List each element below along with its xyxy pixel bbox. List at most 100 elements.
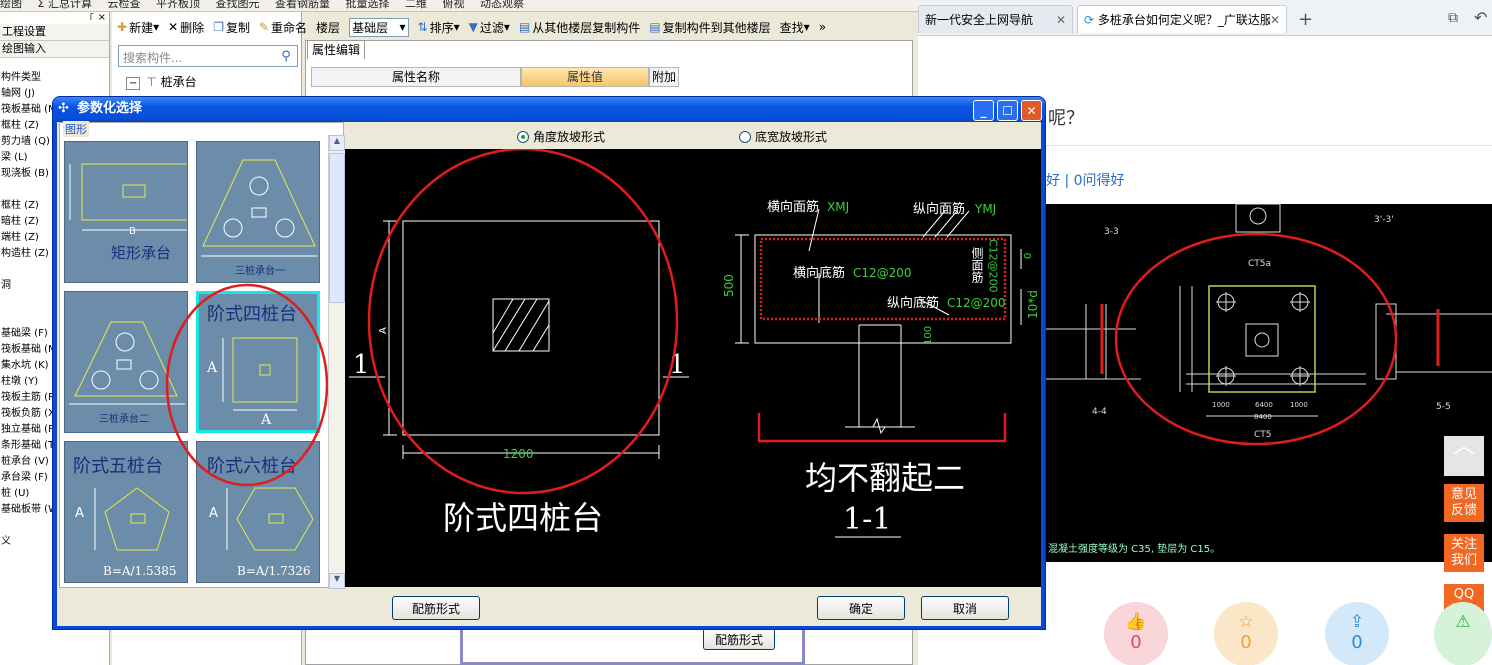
- cad-label: 1000: [1290, 401, 1308, 409]
- tab-property-edit[interactable]: 属性编辑: [307, 40, 365, 59]
- browser-logo-icon: ⟳: [1084, 13, 1095, 27]
- sort-icon: ⇅: [417, 20, 428, 34]
- thumbs-up-icon: 👍: [1125, 612, 1147, 632]
- copy-from-floor-button[interactable]: ▤ 从其他楼层复制构件: [519, 19, 640, 36]
- label-bottom-bar-code: C12@200: [853, 266, 912, 280]
- browser-tab[interactable]: 新一代安全上网导航 ✕: [918, 5, 1073, 33]
- cad-label: CT5: [1254, 430, 1272, 440]
- dim-anchor: 10*d: [1026, 290, 1040, 319]
- topbar-item[interactable]: 云检查: [107, 0, 140, 10]
- shape-thumb-three-pile-1[interactable]: 三桩承台一: [196, 141, 320, 283]
- label-long-top: 纵向面筋: [913, 201, 965, 217]
- back-to-top-button[interactable]: ︿: [1444, 436, 1484, 476]
- shape-name: 矩形承台: [111, 244, 172, 262]
- chevron-up-icon: ︿: [1452, 434, 1475, 459]
- dim-width: 1200: [503, 447, 534, 461]
- new-button[interactable]: ✚ 新建 ▾: [117, 19, 159, 36]
- cad-label: 1000: [1212, 401, 1230, 409]
- sort-button[interactable]: ⇅ 排序 ▾: [418, 19, 460, 36]
- divider: [1046, 145, 1492, 146]
- component-search-input[interactable]: 搜索构件...: [118, 45, 298, 67]
- undo-close-icon[interactable]: ↶: [1474, 8, 1487, 27]
- radio-checked-icon: [517, 130, 529, 143]
- topbar-item[interactable]: 俯视: [442, 0, 464, 10]
- close-icon[interactable]: ✕: [1056, 6, 1066, 33]
- radio-width-slope[interactable]: 底宽放坡形式: [739, 128, 827, 145]
- panel-pin-close[interactable]: ꜒ ×: [0, 12, 109, 24]
- column-property-value: 属性值: [521, 67, 649, 87]
- shape-name: 三桩承台二: [99, 414, 149, 425]
- background-rebar-form-button[interactable]: 配筋形式: [703, 628, 775, 650]
- close-icon[interactable]: ✕: [1269, 6, 1280, 33]
- dialog-app-icon: ✣: [58, 101, 69, 116]
- parametric-select-dialog: ✣ 参数化选择 _ ☐ ✕ 图形 B 矩形承台 三桩承台一 三桩承台二 阶式四桩…: [52, 96, 1046, 630]
- delete-button[interactable]: ✕ 删除: [168, 19, 204, 36]
- favorite-button[interactable]: ☆ 0: [1214, 602, 1278, 665]
- report-button[interactable]: ⚠: [1434, 602, 1492, 665]
- topbar-item[interactable]: Σ 汇总计算: [38, 0, 92, 10]
- gallery-scrollbar[interactable]: ▲ ▼: [328, 135, 345, 589]
- shape-dim: A: [75, 506, 84, 521]
- property-table-header: 属性名称 属性值 附加: [311, 67, 679, 87]
- dialog-title: 参数化选择: [77, 101, 143, 116]
- cancel-button[interactable]: 取消: [921, 596, 1009, 620]
- minimize-icon: _: [980, 103, 987, 118]
- topbar-item[interactable]: 绘图: [0, 0, 22, 10]
- browser-tabbar: 新一代安全上网导航 ✕ ⟳ 多桩承台如何定义呢？_广联达服 ✕ + ⧉ ↶: [918, 0, 1492, 36]
- rebar-form-button[interactable]: 配筋形式: [392, 596, 480, 620]
- scroll-down-arrow[interactable]: ▼: [329, 573, 345, 589]
- scroll-thumb[interactable]: [329, 153, 345, 303]
- star-icon: ☆: [1238, 612, 1254, 632]
- nav-section-drawing-input[interactable]: 绘图输入: [0, 41, 109, 58]
- search-icon[interactable]: ⚲: [276, 47, 296, 65]
- browser-tab-active[interactable]: ⟳ 多桩承台如何定义呢？_广联达服 ✕: [1077, 5, 1287, 33]
- ok-button[interactable]: 确定: [817, 596, 905, 620]
- new-tab-icon[interactable]: +: [1298, 9, 1313, 30]
- topbar-item[interactable]: 批量选择: [345, 0, 389, 10]
- dialog-body: 图形 B 矩形承台 三桩承台一 三桩承台二 阶式四桩台 A A 阶式五桩台 A …: [57, 121, 1041, 626]
- label-long-bottom: 纵向底筋: [887, 295, 939, 311]
- share-button[interactable]: ⇪ 0: [1325, 602, 1389, 665]
- warning-icon: ⚠: [1455, 612, 1471, 632]
- radio-unchecked-icon: [739, 130, 751, 143]
- section-title: 1-1: [843, 502, 891, 537]
- pile-cap-icon: ⊤: [146, 75, 157, 89]
- follow-us-button[interactable]: 关注 我们: [1444, 534, 1484, 572]
- dialog-titlebar[interactable]: ✣ 参数化选择 _ ☐ ✕: [53, 97, 1045, 122]
- label-top-bar-code: XMJ: [827, 200, 849, 214]
- topbar-item[interactable]: 查找图元: [215, 0, 259, 10]
- floor-select[interactable]: 基础层 ▾: [349, 17, 409, 37]
- nav-section-project-settings[interactable]: 工程设置: [0, 24, 109, 41]
- question-stats[interactable]: 好 | 0问得好: [1046, 170, 1125, 190]
- section-mark-left: 1: [353, 350, 370, 380]
- feedback-button[interactable]: 意见 反馈: [1444, 484, 1484, 522]
- topbar-item[interactable]: 平齐板顶: [156, 0, 200, 10]
- rename-button[interactable]: ✎ 重命名: [259, 19, 307, 36]
- copy-button[interactable]: ❐ 复制: [213, 19, 250, 36]
- filter-button[interactable]: ▼ 过滤 ▾: [469, 19, 510, 36]
- find-button[interactable]: 查找 ▾: [780, 19, 810, 36]
- component-type-item[interactable]: 构件类型: [0, 70, 109, 86]
- label-long-top-code: YMJ: [974, 202, 996, 216]
- cad-label: 3'-3': [1374, 215, 1394, 225]
- scroll-up-arrow[interactable]: ▲: [329, 135, 345, 151]
- tree-node-pile-cap[interactable]: − ⊤ 桩承台: [126, 73, 197, 90]
- topbar-item[interactable]: 动态观察: [480, 0, 524, 10]
- component-toolbar: ✚ 新建 ▾ ✕ 删除 ❐ 复制 ✎ 重命名 楼层 基础层 ▾ ⇅ 排序 ▾ ▼ 过滤 ▾ ▤ 从其…: [117, 15, 917, 39]
- toolbar-overflow[interactable]: »: [819, 20, 826, 34]
- collapse-icon[interactable]: −: [126, 77, 141, 90]
- restore-tab-icon[interactable]: ⧉: [1448, 10, 1458, 26]
- shape-thumb-rect-cap[interactable]: B 矩形承台: [64, 141, 188, 283]
- cad-label: CT5a: [1248, 259, 1271, 269]
- like-button[interactable]: 👍 0: [1104, 602, 1168, 665]
- radio-angle-slope[interactable]: 角度放坡形式: [517, 128, 605, 145]
- topbar-item[interactable]: 二维: [405, 0, 427, 10]
- new-icon: ✚: [117, 20, 128, 34]
- label-long-bottom-code: C12@200: [947, 296, 1006, 310]
- shape-dim: B=A/1.5385: [103, 564, 177, 578]
- copy-to-floor-button[interactable]: ▤ 复制构件到其他楼层: [649, 19, 770, 36]
- minimize-button[interactable]: _: [973, 100, 994, 121]
- close-button[interactable]: ✕: [1021, 100, 1042, 121]
- topbar-item[interactable]: 查看钢筋量: [275, 0, 330, 10]
- maximize-button[interactable]: ☐: [997, 100, 1018, 121]
